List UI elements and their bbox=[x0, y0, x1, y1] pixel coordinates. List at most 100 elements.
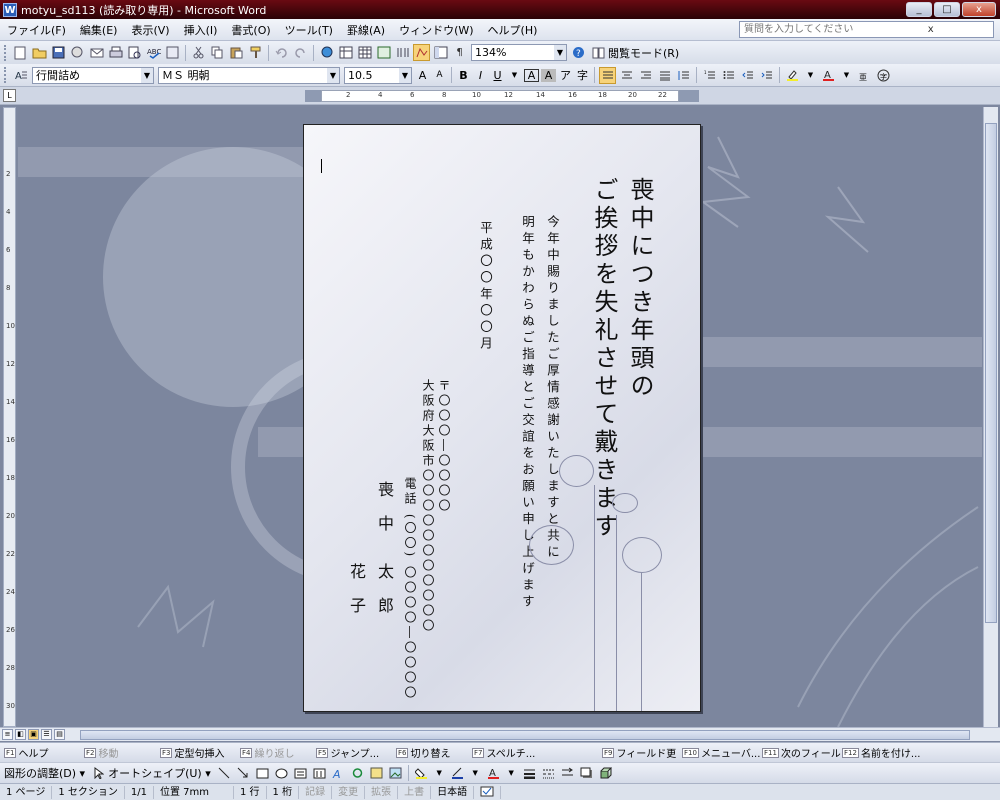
spelling-status-icon[interactable] bbox=[474, 785, 502, 799]
vertical-ruler[interactable]: 2 4 6 8 10 12 14 16 18 20 22 24 26 28 30 bbox=[3, 107, 16, 727]
font-color-icon[interactable]: A bbox=[820, 67, 837, 84]
print-icon[interactable] bbox=[107, 44, 124, 61]
status-record-macro[interactable]: 記録 bbox=[299, 785, 333, 799]
toolbar-grip[interactable] bbox=[4, 67, 7, 83]
reading-view-icon[interactable]: ▤ bbox=[54, 729, 65, 740]
fkey-f5[interactable]: F5 ジャンプ... bbox=[316, 745, 392, 760]
menu-window[interactable]: ウィンドウ(W) bbox=[392, 22, 480, 38]
minimize-button[interactable]: _ bbox=[906, 2, 932, 17]
wordart-icon[interactable]: A bbox=[330, 765, 347, 782]
document-workspace[interactable]: 喪中につき年頭の ご挨拶を失礼させて戴きます 今年中賜りましたご厚情感謝いたしま… bbox=[18, 107, 982, 727]
spelling-icon[interactable]: ABC bbox=[145, 44, 162, 61]
autoshape-menu-button[interactable]: オートシェイプ(U) ▾ bbox=[108, 765, 211, 781]
arrow-icon[interactable] bbox=[235, 765, 252, 782]
chevron-down-icon[interactable]: ▼ bbox=[554, 45, 566, 60]
outline-view-icon[interactable]: ☰ bbox=[41, 729, 52, 740]
3d-style-icon[interactable] bbox=[597, 765, 614, 782]
document-page[interactable]: 喪中につき年頭の ご挨拶を失礼させて戴きます 今年中賜りましたご厚情感謝いたしま… bbox=[303, 124, 701, 712]
close-button[interactable]: x bbox=[962, 2, 996, 17]
maximize-button[interactable]: □ bbox=[934, 2, 960, 17]
menu-tools[interactable]: ツール(T) bbox=[278, 22, 340, 38]
numbering-icon[interactable]: 1 bbox=[701, 67, 718, 84]
research-icon[interactable] bbox=[164, 44, 181, 61]
line-spacing-icon[interactable] bbox=[675, 67, 692, 84]
show-hide-icon[interactable]: ¶ bbox=[451, 44, 468, 61]
diagram-icon[interactable] bbox=[349, 765, 366, 782]
select-objects-icon[interactable] bbox=[90, 765, 107, 782]
tab-selector[interactable]: L bbox=[3, 89, 16, 102]
drawing-toggle-icon[interactable] bbox=[413, 44, 430, 61]
zoom-select[interactable]: 134% ▼ bbox=[471, 44, 567, 61]
email-icon[interactable] bbox=[88, 44, 105, 61]
doc-close-icon[interactable]: x bbox=[869, 22, 994, 37]
phonetic-icon[interactable]: 亜 bbox=[856, 67, 873, 84]
undo-icon[interactable] bbox=[273, 44, 290, 61]
chevron-down-icon[interactable]: ▼ bbox=[432, 765, 447, 782]
bold-button[interactable]: B bbox=[456, 67, 471, 84]
horizontal-scrollbar[interactable]: ≡ ◧ ▣ ☰ ▤ bbox=[0, 727, 1000, 741]
copy-icon[interactable] bbox=[209, 44, 226, 61]
styles-pane-icon[interactable]: A bbox=[12, 67, 29, 84]
status-extend[interactable]: 拡張 bbox=[365, 785, 399, 799]
new-document-icon[interactable] bbox=[12, 44, 29, 61]
web-view-icon[interactable]: ◧ bbox=[15, 729, 26, 740]
status-overtype[interactable]: 上書 bbox=[398, 785, 432, 799]
print-layout-icon[interactable]: ▣ bbox=[28, 729, 39, 740]
align-center-icon[interactable] bbox=[618, 67, 635, 84]
increase-indent-icon[interactable] bbox=[758, 67, 775, 84]
fkey-f1[interactable]: F1 ヘルプ bbox=[4, 745, 80, 760]
insert-table-icon[interactable] bbox=[356, 44, 373, 61]
shrink-font-icon[interactable]: A bbox=[432, 67, 447, 84]
vertical-scrollbar[interactable] bbox=[983, 107, 998, 727]
highlight-icon[interactable] bbox=[784, 67, 801, 84]
align-bottom-icon[interactable] bbox=[637, 67, 654, 84]
font-select[interactable]: ＭＳ 明朝 ▼ bbox=[158, 66, 340, 84]
cut-icon[interactable] bbox=[190, 44, 207, 61]
hyperlink-icon[interactable] bbox=[318, 44, 335, 61]
permission-icon[interactable] bbox=[69, 44, 86, 61]
fkey-f2[interactable]: F2 移動 bbox=[84, 745, 156, 760]
open-folder-icon[interactable] bbox=[31, 44, 48, 61]
insert-picture-icon[interactable] bbox=[387, 765, 404, 782]
fkey-f9[interactable]: F9 フィールド更 bbox=[602, 745, 678, 760]
document-map-icon[interactable] bbox=[432, 44, 449, 61]
chevron-down-icon[interactable]: ▼ bbox=[399, 67, 411, 83]
insert-excel-icon[interactable] bbox=[375, 44, 392, 61]
bullets-icon[interactable] bbox=[720, 67, 737, 84]
fkey-f7[interactable]: F7 スペルチ... bbox=[472, 745, 598, 760]
enclose-char-icon[interactable]: 字 bbox=[575, 67, 590, 84]
toolbar-grip[interactable] bbox=[4, 44, 7, 61]
enclosed-char-icon[interactable]: 字 bbox=[875, 67, 892, 84]
chevron-down-icon[interactable]: ▼ bbox=[839, 67, 854, 84]
fkey-f12[interactable]: F12 名前を付け... bbox=[842, 745, 922, 760]
fkey-f11[interactable]: F11 次のフィール bbox=[762, 745, 841, 760]
chevron-down-icon[interactable]: ▼ bbox=[141, 67, 153, 83]
chevron-down-icon[interactable]: ▼ bbox=[803, 67, 818, 84]
tables-borders-icon[interactable] bbox=[337, 44, 354, 61]
italic-button[interactable]: I bbox=[473, 67, 488, 84]
phonetic-guide-icon[interactable]: ア bbox=[558, 67, 573, 84]
fkey-f10[interactable]: F10 メニューバ... bbox=[682, 745, 760, 760]
menu-format[interactable]: 書式(O) bbox=[224, 22, 277, 38]
help-icon[interactable]: ? bbox=[570, 44, 587, 61]
rectangle-icon[interactable] bbox=[254, 765, 271, 782]
fill-color-icon[interactable] bbox=[413, 765, 430, 782]
menu-view[interactable]: 表示(V) bbox=[124, 22, 176, 38]
draw-font-color-icon[interactable]: A bbox=[485, 765, 502, 782]
print-preview-icon[interactable] bbox=[126, 44, 143, 61]
shadow-style-icon[interactable] bbox=[578, 765, 595, 782]
textbox-icon[interactable] bbox=[292, 765, 309, 782]
fkey-f3[interactable]: F3 定型句挿入 bbox=[160, 745, 236, 760]
dash-style-icon[interactable] bbox=[540, 765, 557, 782]
style-select[interactable]: 行間詰め ▼ bbox=[32, 66, 154, 84]
decrease-indent-icon[interactable] bbox=[739, 67, 756, 84]
fkey-f6[interactable]: F6 切り替え bbox=[396, 745, 468, 760]
paste-icon[interactable] bbox=[228, 44, 245, 61]
line-icon[interactable] bbox=[216, 765, 233, 782]
menu-help[interactable]: ヘルプ(H) bbox=[481, 22, 545, 38]
horizontal-scroll-thumb[interactable] bbox=[80, 730, 970, 740]
status-language[interactable]: 日本語 bbox=[431, 785, 475, 799]
char-shading-icon[interactable]: A bbox=[541, 68, 556, 82]
draw-menu-button[interactable]: 図形の調整(D) ▾ bbox=[4, 765, 85, 781]
reading-mode-button[interactable]: 閲覧モード(R) bbox=[592, 45, 679, 61]
